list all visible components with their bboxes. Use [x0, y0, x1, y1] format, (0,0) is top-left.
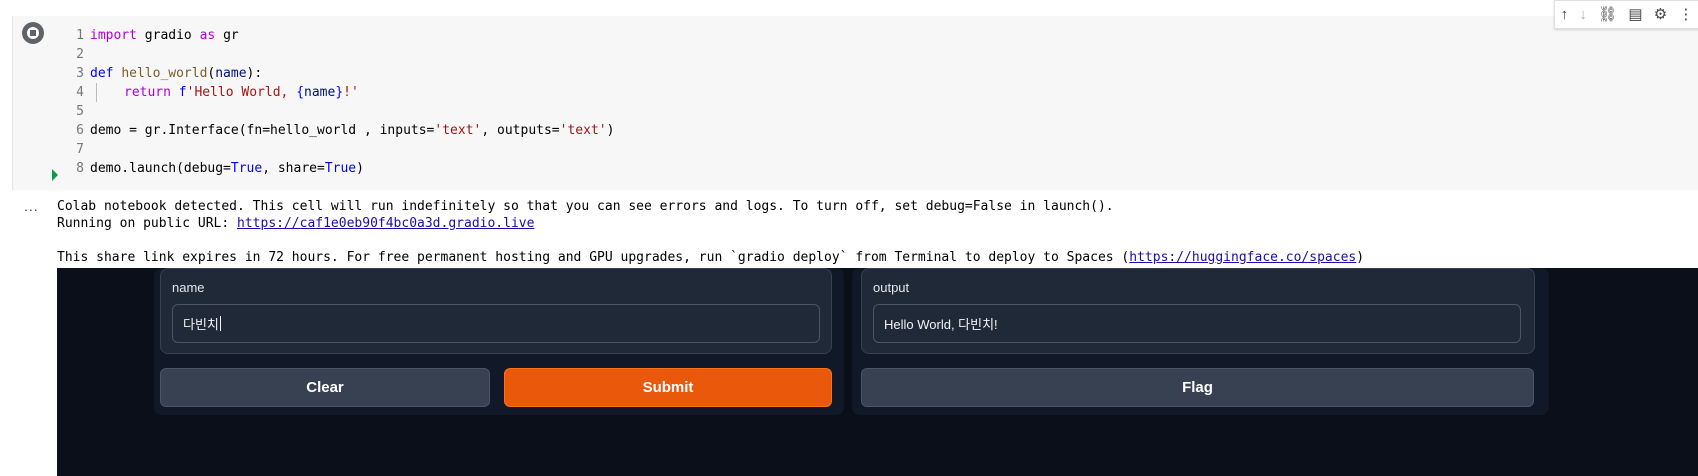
text-caret	[219, 316, 221, 331]
output-line: Running on public URL:	[57, 216, 238, 231]
output-menu-button[interactable]: ...	[24, 198, 39, 214]
module-alias: gr	[223, 28, 239, 43]
string: 'text'	[559, 123, 607, 138]
variable: name	[304, 85, 336, 100]
code-line: 1 import gradio as gr	[66, 26, 614, 45]
code-text: debug=	[183, 161, 231, 176]
keyword: import	[90, 28, 137, 43]
parameter: name	[215, 66, 247, 81]
punctuation: }	[335, 85, 344, 100]
constant: True	[324, 161, 357, 176]
code-text: demo = gr.Interface(	[90, 123, 247, 138]
code-line: 6 demo = gr.Interface(fn=hello_world , in…	[66, 121, 614, 140]
code-text: , outputs=	[481, 123, 560, 138]
code-line: 8 demo.launch(debug=True, share=True)	[66, 159, 614, 178]
more-icon[interactable]: ⋮	[1678, 7, 1693, 22]
line-number: 3	[76, 66, 84, 81]
punctuation: )	[606, 123, 615, 138]
constant: True	[230, 161, 263, 176]
line-number: 8	[76, 161, 84, 176]
output-label: output	[873, 280, 910, 295]
code-line: 7	[66, 140, 614, 159]
name-input[interactable]: 다빈치	[172, 304, 820, 343]
code-text: , share=	[262, 161, 325, 176]
punctuation: )	[356, 161, 364, 176]
link-icon[interactable]: ⛓	[1598, 7, 1617, 22]
string: 'Hello World,	[186, 85, 297, 100]
arrow-down-icon[interactable]: ↓	[1579, 7, 1587, 22]
function-name: hello_world	[121, 66, 208, 81]
output-value: Hello World, 다빈치!	[884, 317, 998, 332]
cell-output-text: Colab notebook detected. This cell will …	[57, 198, 1364, 266]
run-cell-button[interactable]	[22, 22, 44, 44]
keyword: def	[90, 66, 114, 81]
input-value: 다빈치	[183, 317, 219, 332]
line-number: 7	[76, 142, 84, 157]
code-editor[interactable]: 1 import gradio as gr 2 3 def hello_world(…	[66, 26, 614, 178]
output-textbox[interactable]: Hello World, 다빈치!	[873, 304, 1521, 343]
keyword: as	[199, 28, 216, 43]
code-line: 5	[66, 102, 614, 121]
spaces-link[interactable]: https://huggingface.co/spaces	[1129, 250, 1356, 265]
code-line: 2	[66, 45, 614, 64]
stop-icon	[27, 27, 39, 39]
output-line: Colab notebook detected. This cell will …	[57, 199, 1114, 214]
module-name: gradio	[144, 28, 192, 43]
submit-button[interactable]: Submit	[504, 368, 832, 407]
comment-icon[interactable]: ▤	[1628, 7, 1642, 22]
line-number: 6	[76, 123, 84, 138]
execution-marker-icon	[52, 169, 58, 181]
line-number: 2	[76, 47, 84, 62]
fstring-prefix: f	[178, 85, 187, 100]
code-line: 3 def hello_world(name):	[66, 64, 614, 83]
indent-guide	[96, 83, 97, 102]
output-line: This share link expires in 72 hours. For…	[57, 250, 1130, 265]
string: 'text'	[434, 123, 482, 138]
string: !'	[343, 85, 359, 100]
punctuation: ):	[246, 66, 263, 81]
output-panel: output Hello World, 다빈치!	[861, 268, 1535, 354]
cell-toolbar: ↑ ↓ ⛓ ▤ ⚙ ⋮	[1554, 0, 1698, 29]
arrow-up-icon[interactable]: ↑	[1561, 7, 1569, 22]
clear-button[interactable]: Clear	[160, 368, 490, 407]
line-number: 4	[76, 85, 84, 100]
flag-button[interactable]: Flag	[861, 368, 1534, 407]
output-line: )	[1356, 250, 1365, 265]
code-text: demo.launch(	[90, 161, 184, 176]
line-number: 5	[76, 104, 84, 119]
gradio-app: name 다빈치 output Hello World, 다빈치! Clear …	[57, 268, 1698, 476]
gear-icon[interactable]: ⚙	[1654, 7, 1667, 22]
code-text: fn=hello_world , inputs=	[246, 123, 435, 138]
line-number: 1	[76, 28, 84, 43]
input-label: name	[172, 280, 205, 295]
keyword: return	[124, 85, 171, 100]
public-url-link[interactable]: https://caf1e0eb90f4bc0a3d.gradio.live	[237, 216, 534, 231]
punctuation: {	[296, 85, 305, 100]
input-panel: name 다빈치	[160, 268, 832, 354]
code-line: 4 return f'Hello World, {name}!'	[66, 83, 614, 102]
